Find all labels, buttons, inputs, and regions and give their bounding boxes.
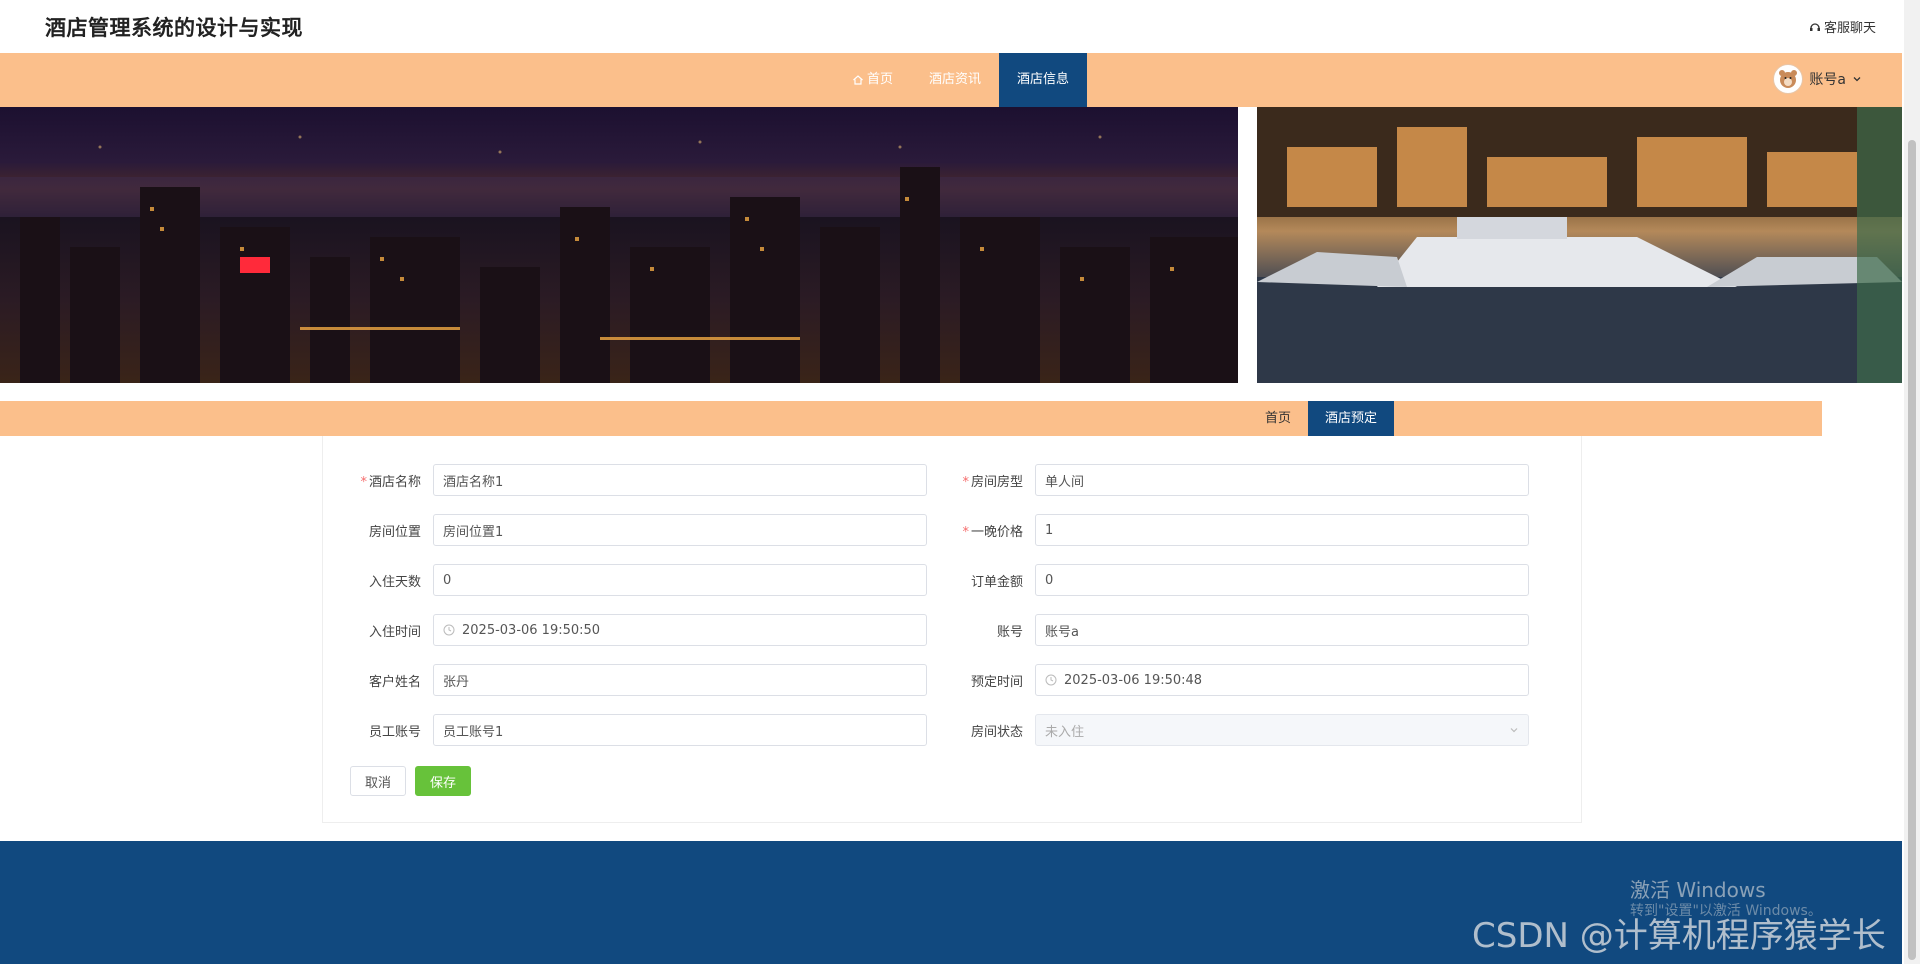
booking-time-picker[interactable]: 2025-03-06 19:50:48 <box>1035 664 1529 696</box>
field-room-location: 房间位置 房间位置1 <box>323 514 927 546</box>
room-location-input[interactable]: 房间位置1 <box>433 514 927 546</box>
clock-icon <box>443 624 455 636</box>
staff-account-input[interactable]: 员工账号1 <box>433 714 927 746</box>
field-customer-name: 客户姓名 张丹 <box>323 664 927 696</box>
field-hotel-name: * 酒店名称 酒店名称1 <box>323 464 927 496</box>
csdn-watermark: CSDN @计算机程序猿学长 <box>1472 916 1886 956</box>
nav-item-label: 酒店信息 <box>1017 72 1070 87</box>
field-nightly-price: * 一晚价格 1 <box>925 514 1529 546</box>
checkin-time-value: 2025-03-06 19:50:50 <box>462 622 601 638</box>
stay-days-input[interactable]: 0 <box>433 564 927 596</box>
nav-item-label: 酒店资讯 <box>929 72 982 87</box>
field-label: 员工账号 <box>368 724 421 740</box>
chevron-down-icon <box>1853 77 1861 82</box>
field-staff-account: 员工账号 员工账号1 <box>323 714 927 746</box>
checkin-time-picker[interactable]: 2025-03-06 19:50:50 <box>433 614 927 646</box>
subnav-item-home[interactable]: 首页 <box>1248 401 1308 436</box>
banner-image-city-night <box>0 107 1238 383</box>
page-scrollbar[interactable] <box>1904 0 1920 964</box>
booking-form: * 酒店名称 酒店名称1 * 房间房型 单人间 房间位置 房间位置1 * 一晚价格 1… <box>322 436 1582 823</box>
room-status-value: 未入住 <box>1045 724 1085 740</box>
field-checkin-time: 入住时间 2025-03-06 19:50:50 <box>323 614 927 646</box>
avatar <box>1773 64 1804 94</box>
field-account: 账号 账号a <box>925 614 1529 646</box>
banner-image-harbor <box>1257 107 1902 383</box>
nav-item-home[interactable]: 首页 <box>834 53 911 107</box>
sub-nav: 首页 酒店预定 <box>0 401 1822 436</box>
field-label: 入住时间 <box>368 624 421 640</box>
nav-item-hotel-news[interactable]: 酒店资讯 <box>911 53 999 107</box>
field-stay-days: 入住天数 0 <box>323 564 927 596</box>
field-label: 房间状态 <box>970 724 1023 740</box>
order-amount-input[interactable]: 0 <box>1035 564 1529 596</box>
main-nav: 首页 酒店资讯 酒店信息 账号a <box>0 53 1902 107</box>
field-label: 订单金额 <box>970 574 1023 590</box>
field-order-amount: 订单金额 0 <box>925 564 1529 596</box>
customer-service-label: 客服聊天 <box>1823 21 1876 36</box>
user-label: 账号a <box>1809 72 1846 88</box>
customer-service-link[interactable]: 客服聊天 <box>1809 17 1876 36</box>
booking-time-value: 2025-03-06 19:50:48 <box>1064 672 1203 688</box>
save-button[interactable]: 保存 <box>415 766 472 796</box>
clock-icon <box>1045 674 1057 686</box>
cancel-button[interactable]: 取消 <box>350 766 407 796</box>
field-label: * 房间房型 <box>962 474 1023 490</box>
windows-activation-title: 激活 Windows <box>1630 878 1766 902</box>
hotel-name-input[interactable]: 酒店名称1 <box>433 464 927 496</box>
account-input[interactable]: 账号a <box>1035 614 1529 646</box>
field-label: 入住天数 <box>368 574 421 590</box>
home-icon <box>853 75 863 85</box>
user-menu[interactable]: 账号a <box>1773 64 1862 94</box>
field-room-status: 房间状态 未入住 <box>925 714 1529 746</box>
field-room-type: * 房间房型 单人间 <box>925 464 1529 496</box>
chevron-down-icon <box>1510 728 1518 733</box>
nav-item-label: 首页 <box>867 72 894 87</box>
customer-name-input[interactable]: 张丹 <box>433 664 927 696</box>
field-label: * 一晚价格 <box>962 524 1023 540</box>
nav-item-hotel-info[interactable]: 酒店信息 <box>999 53 1088 107</box>
scrollbar-thumb[interactable] <box>1908 140 1916 960</box>
field-label: 账号 <box>996 624 1023 640</box>
field-label: * 酒店名称 <box>360 474 421 490</box>
top-bar: 酒店管理系统的设计与实现 客服聊天 <box>0 0 1902 53</box>
field-booking-time: 预定时间 2025-03-06 19:50:48 <box>925 664 1529 696</box>
site-title: 酒店管理系统的设计与实现 <box>45 16 303 40</box>
nightly-price-input[interactable]: 1 <box>1035 514 1529 546</box>
room-status-select[interactable]: 未入住 <box>1035 714 1529 746</box>
field-label: 客户姓名 <box>368 674 421 690</box>
subnav-item-booking[interactable]: 酒店预定 <box>1308 401 1395 436</box>
room-type-input[interactable]: 单人间 <box>1035 464 1529 496</box>
field-label: 房间位置 <box>368 524 421 540</box>
headset-icon <box>1809 22 1820 31</box>
field-label: 预定时间 <box>970 674 1023 690</box>
